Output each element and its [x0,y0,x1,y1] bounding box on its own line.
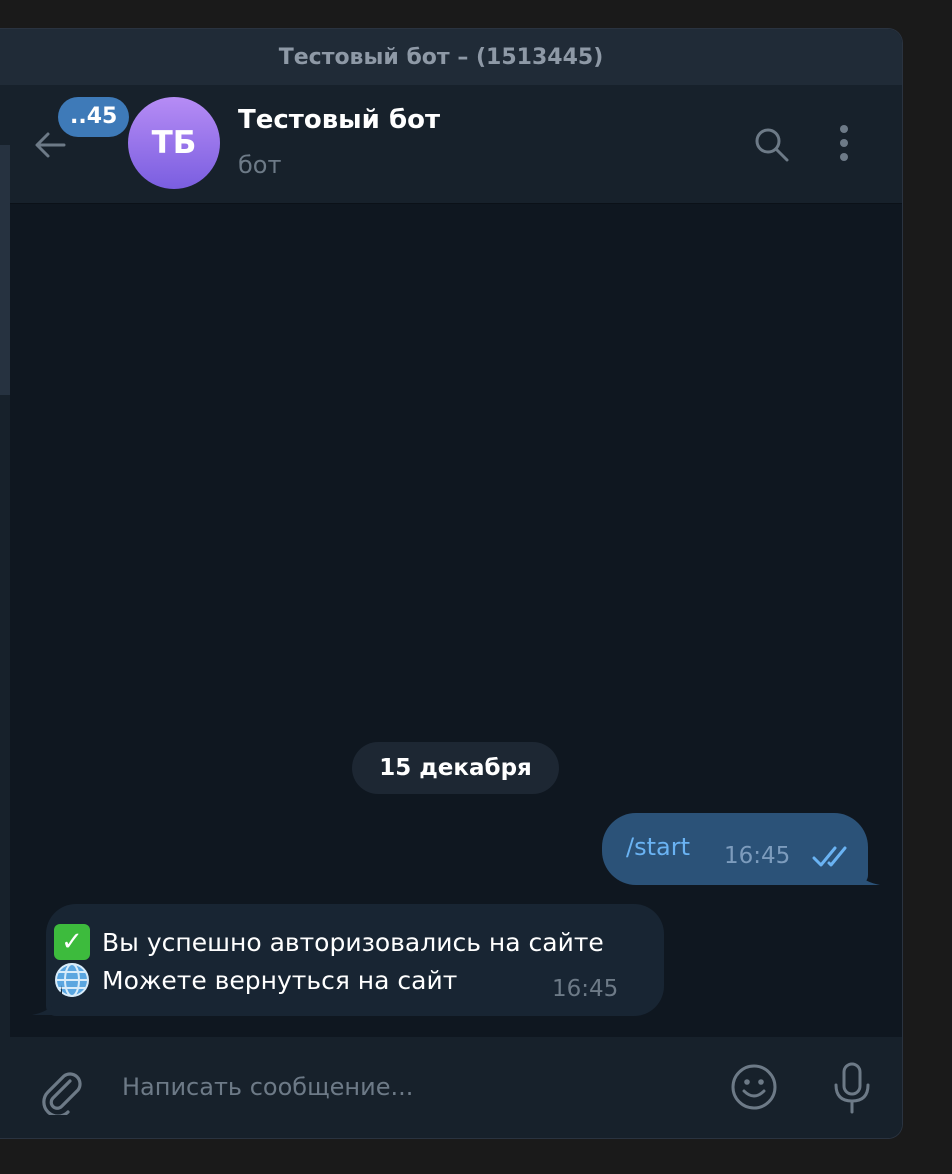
outgoing-bubble-tail [850,855,880,885]
message-input[interactable] [122,1063,682,1111]
outgoing-message-time: 16:45 [724,843,791,869]
search-button[interactable] [752,125,792,165]
more-vertical-icon [840,125,848,161]
attach-button[interactable] [40,1067,84,1118]
incoming-message-line: ✓ Вы успешно авторизовались на сайте [54,924,604,960]
date-separator: 15 декабря [352,742,559,794]
telegram-window: Тестовый бот – (1513445) ..45 ТБ Тестовы… [0,29,902,1138]
emoji-button[interactable] [730,1063,778,1111]
window-titlebar: Тестовый бот – (1513445) [0,29,902,85]
smile-icon [731,1064,777,1110]
voice-record-button[interactable] [830,1061,874,1115]
check-mark-emoji-icon: ✓ [54,924,90,960]
avatar[interactable]: ТБ [128,97,220,189]
scrollbar-thumb[interactable] [0,145,10,395]
incoming-message-line: Можете вернуться на сайт [54,962,457,998]
outgoing-message[interactable]: /start 16:45 [602,813,868,885]
unread-badge: ..45 [58,97,130,137]
more-menu-button[interactable] [832,123,856,167]
incoming-bubble-tail [32,985,62,1015]
chat-header: ..45 ТБ Тестовый бот бот [10,85,902,204]
window-title: Тестовый бот – (1513445) [278,44,604,70]
outgoing-message-text: /start [626,833,690,861]
incoming-message[interactable]: ✓ Вы успешно авторизовались на сайте Мож… [46,904,664,1016]
message-composer [10,1037,902,1138]
paperclip-icon [42,1072,82,1118]
chat-list-edge [0,85,10,1138]
chat-name[interactable]: Тестовый бот [238,105,440,135]
incoming-message-text-line1: Вы успешно авторизовались на сайте [102,927,604,957]
incoming-message-time: 16:45 [552,976,619,1002]
search-icon [755,128,789,162]
avatar-initials: ТБ [151,125,197,161]
chat-status: бот [238,151,282,179]
microphone-icon [834,1062,870,1114]
incoming-message-text-line2: Можете вернуться на сайт [102,965,458,995]
